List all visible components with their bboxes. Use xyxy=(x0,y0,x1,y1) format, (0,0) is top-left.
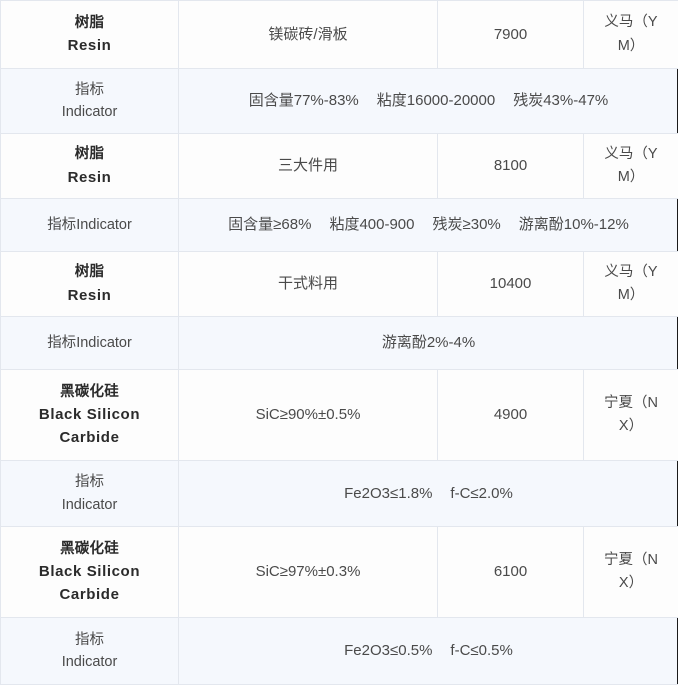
indicator-spec: 固含量≥68% xyxy=(228,213,311,236)
cell-product-origin: 义马（Y M） xyxy=(584,252,678,317)
cell-product-usage: 三大件用 xyxy=(179,134,438,199)
indicator-label-en: Indicator xyxy=(7,651,172,673)
cell-indicator-specs: 游离酚2%-4% xyxy=(179,317,678,370)
cell-product-name: 黑碳化硅 Black Silicon Carbide xyxy=(1,527,179,618)
cell-product-usage: SiC≥97%±0.3% xyxy=(179,527,438,618)
cell-product-name: 树脂 Resin xyxy=(1,1,179,69)
indicator-label-cn: 指标 xyxy=(7,79,172,101)
indicator-label-cn: 指标 xyxy=(7,471,172,493)
cell-product-usage: 干式料用 xyxy=(179,252,438,317)
indicator-spec: 粘度400-900 xyxy=(329,213,414,236)
indicator-label-cn: 指标 xyxy=(7,629,172,651)
indicator-spec: 粘度16000-20000 xyxy=(377,89,495,112)
product-specification-table: 树脂 Resin 镁碳砖/滑板 7900 义马（Y M） 指标 Indicato… xyxy=(0,0,678,685)
indicator-spec: 残炭43%-47% xyxy=(513,89,608,112)
product-name-cn: 树脂 xyxy=(7,12,172,34)
product-name-en: Resin xyxy=(7,166,172,189)
product-name-en: Black Silicon Carbide xyxy=(7,403,172,450)
indicator-label-cn: 指标 xyxy=(47,335,76,351)
table-row-product: 树脂 Resin 三大件用 8100 义马（Y M） xyxy=(1,134,678,199)
origin-line-2: M） xyxy=(618,38,645,54)
cell-indicator-label: 指标 Indicator xyxy=(1,69,179,134)
product-name-cn: 树脂 xyxy=(7,261,172,283)
cell-indicator-specs: 固含量≥68% 粘度400-900 残炭≥30% 游离酚10%-12% xyxy=(179,199,678,252)
product-name-cn: 黑碳化硅 xyxy=(7,538,172,560)
cell-indicator-label: 指标Indicator xyxy=(1,199,179,252)
cell-product-origin: 宁夏（N X） xyxy=(584,527,678,618)
cell-indicator-specs: Fe2O3≤1.8% f-C≤2.0% xyxy=(179,461,678,527)
table-row-indicator: 指标Indicator 游离酚2%-4% xyxy=(1,317,678,370)
indicator-spec: f-C≤0.5% xyxy=(450,639,512,662)
cell-product-price: 10400 xyxy=(438,252,584,317)
table-row-indicator: 指标 Indicator Fe2O3≤0.5% f-C≤0.5% xyxy=(1,618,678,685)
cell-product-usage: SiC≥90%±0.5% xyxy=(179,370,438,461)
indicator-spec: 游离酚10%-12% xyxy=(519,213,629,236)
indicator-label-en: Indicator xyxy=(7,494,172,516)
product-name-en: Resin xyxy=(7,284,172,307)
cell-product-price: 8100 xyxy=(438,134,584,199)
cell-product-price: 7900 xyxy=(438,1,584,69)
origin-line-1: 义马（Y xyxy=(604,14,657,30)
product-name-en: Resin xyxy=(7,34,172,57)
origin-line-1: 义马（Y xyxy=(604,146,657,162)
indicator-spec: 游离酚2%-4% xyxy=(382,331,475,354)
indicator-spec: Fe2O3≤1.8% xyxy=(344,482,432,505)
cell-indicator-label: 指标Indicator xyxy=(1,317,179,370)
product-name-en: Black Silicon Carbide xyxy=(7,560,172,607)
table-row-product: 黑碳化硅 Black Silicon Carbide SiC≥90%±0.5% … xyxy=(1,370,678,461)
indicator-spec: 固含量77%-83% xyxy=(249,89,359,112)
cell-product-origin: 义马（Y M） xyxy=(584,1,678,69)
indicator-label-en: Indicator xyxy=(76,217,132,233)
origin-line-2: X） xyxy=(619,418,643,434)
cell-indicator-specs: 固含量77%-83% 粘度16000-20000 残炭43%-47% xyxy=(179,69,678,134)
table-row-indicator: 指标 Indicator 固含量77%-83% 粘度16000-20000 残炭43… xyxy=(1,69,678,134)
table-row-indicator: 指标 Indicator Fe2O3≤1.8% f-C≤2.0% xyxy=(1,461,678,527)
cell-indicator-label: 指标 Indicator xyxy=(1,618,179,685)
origin-line-1: 宁夏（N xyxy=(604,395,658,411)
product-name-cn: 黑碳化硅 xyxy=(7,381,172,403)
table-row-product: 树脂 Resin 镁碳砖/滑板 7900 义马（Y M） xyxy=(1,1,678,69)
cell-product-price: 4900 xyxy=(438,370,584,461)
indicator-spec: f-C≤2.0% xyxy=(450,482,512,505)
indicator-label-cn: 指标 xyxy=(47,217,76,233)
origin-line-2: M） xyxy=(618,287,645,303)
indicator-spec: 残炭≥30% xyxy=(433,213,501,236)
indicator-label-en: Indicator xyxy=(7,101,172,123)
origin-line-1: 义马（Y xyxy=(604,264,657,280)
product-name-cn: 树脂 xyxy=(7,143,172,165)
table-row-product: 黑碳化硅 Black Silicon Carbide SiC≥97%±0.3% … xyxy=(1,527,678,618)
cell-product-origin: 宁夏（N X） xyxy=(584,370,678,461)
table-body: 树脂 Resin 镁碳砖/滑板 7900 义马（Y M） 指标 Indicato… xyxy=(1,1,678,685)
cell-indicator-specs: Fe2O3≤0.5% f-C≤0.5% xyxy=(179,618,678,685)
cell-product-price: 6100 xyxy=(438,527,584,618)
origin-line-2: X） xyxy=(619,575,643,591)
cell-product-origin: 义马（Y M） xyxy=(584,134,678,199)
cell-product-name: 黑碳化硅 Black Silicon Carbide xyxy=(1,370,179,461)
cell-product-name: 树脂 Resin xyxy=(1,134,179,199)
cell-product-name: 树脂 Resin xyxy=(1,252,179,317)
indicator-label-en: Indicator xyxy=(76,335,132,351)
table-row-product: 树脂 Resin 干式料用 10400 义马（Y M） xyxy=(1,252,678,317)
indicator-spec: Fe2O3≤0.5% xyxy=(344,639,432,662)
cell-indicator-label: 指标 Indicator xyxy=(1,461,179,527)
origin-line-1: 宁夏（N xyxy=(604,552,658,568)
cell-product-usage: 镁碳砖/滑板 xyxy=(179,1,438,69)
table-row-indicator: 指标Indicator 固含量≥68% 粘度400-900 残炭≥30% 游离酚10%… xyxy=(1,199,678,252)
origin-line-2: M） xyxy=(618,169,645,185)
